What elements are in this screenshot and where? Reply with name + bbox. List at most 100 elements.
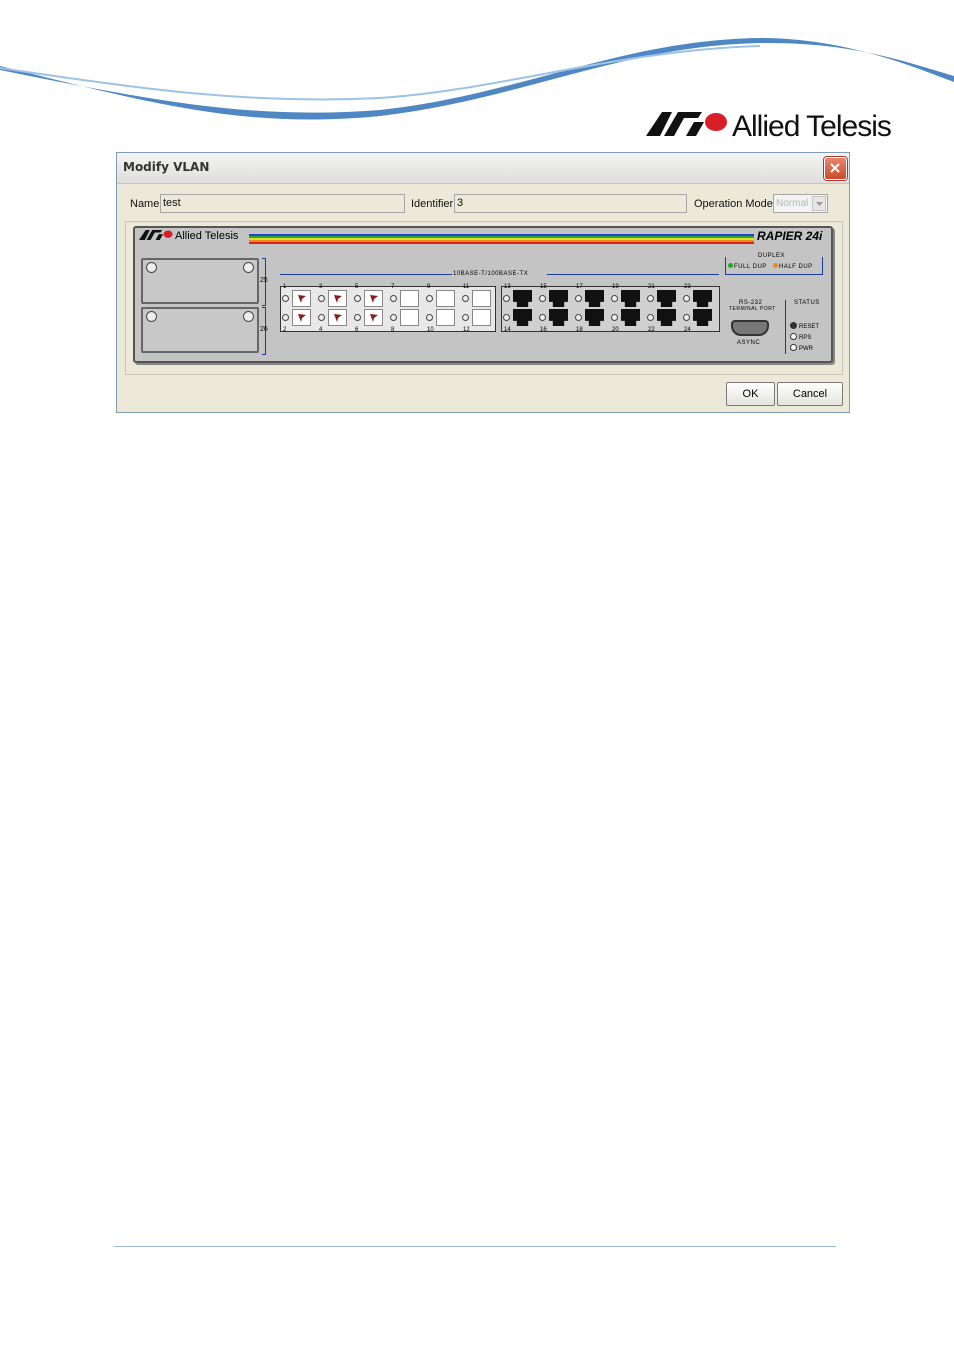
identifier-field[interactable]: 3 (454, 194, 687, 213)
port-number: 24 (684, 327, 691, 333)
section-label: 10BASE-T/100BASE-TX (453, 271, 529, 277)
port-led-icon (683, 314, 690, 321)
port-number: 1 (283, 284, 287, 290)
expansion-slot-26[interactable] (141, 307, 259, 353)
port-led-icon (426, 314, 433, 321)
port-led-icon (462, 295, 469, 302)
port-number: 11 (463, 284, 470, 290)
port-4[interactable] (328, 309, 347, 326)
port-number: 7 (391, 284, 395, 290)
port-3[interactable] (328, 290, 347, 307)
vlan-member-flag-icon (334, 295, 342, 303)
port-2[interactable] (292, 309, 311, 326)
rps-led-icon (790, 333, 797, 340)
name-field[interactable]: test (160, 194, 405, 213)
port-led-icon (426, 295, 433, 302)
section-line (280, 274, 452, 275)
dialog-titlebar[interactable]: Modify VLAN (117, 153, 849, 184)
allied-telesis-logo-icon (139, 230, 173, 240)
device-logo: Allied Telesis (139, 230, 238, 242)
status-pwr: PWR (790, 344, 813, 352)
vlan-member-flag-icon (370, 314, 378, 322)
port-number: 6 (355, 327, 359, 333)
footer-divider (114, 1246, 836, 1247)
port-number: 10 (427, 327, 434, 333)
identifier-label: Identifier (411, 198, 454, 210)
port-number: 18 (576, 327, 583, 333)
screw-icon (243, 262, 254, 273)
modify-vlan-dialog: Modify VLAN Name test Identifier 3 Opera… (116, 152, 850, 413)
vlan-member-flag-icon (298, 295, 306, 303)
ok-button[interactable]: OK (726, 382, 775, 406)
cancel-button[interactable]: Cancel (777, 382, 843, 406)
close-button[interactable] (824, 157, 847, 180)
port-led-icon (354, 314, 361, 321)
port-led-icon (390, 314, 397, 321)
section-line (547, 274, 719, 275)
port-block-1-12 (280, 286, 496, 332)
port-led-icon (575, 314, 582, 321)
status-reset: RESET (790, 322, 819, 330)
dropdown-arrow[interactable] (812, 196, 826, 211)
pwr-led-icon (790, 344, 797, 351)
port-number: 5 (355, 284, 359, 290)
expansion-slot-25[interactable] (141, 258, 259, 304)
port-led-icon (503, 295, 510, 302)
port-9[interactable] (436, 290, 455, 307)
full-duplex-led: FULL DUP (728, 263, 767, 270)
rs232-port[interactable]: RS-232 TERMINAL PORT ASYNC (725, 300, 779, 348)
port-led-icon (354, 295, 361, 302)
operation-mode-select[interactable]: Normal (773, 194, 828, 213)
port-6[interactable] (364, 309, 383, 326)
slot-number: 26 (260, 326, 268, 333)
status-rps: RPS (790, 333, 811, 341)
screw-icon (146, 311, 157, 322)
name-label: Name (130, 198, 160, 210)
port-block-13-24 (501, 286, 720, 332)
port-led-icon (611, 295, 618, 302)
port-number: 4 (319, 327, 323, 333)
vlan-member-flag-icon (370, 295, 378, 303)
duplex-title: DUPLEX (756, 253, 788, 259)
port-12[interactable] (472, 309, 491, 326)
port-number: 16 (540, 327, 547, 333)
port-number: 8 (391, 327, 395, 333)
port-led-icon (683, 295, 690, 302)
port-led-icon (575, 295, 582, 302)
port-11[interactable] (472, 290, 491, 307)
port-5[interactable] (364, 290, 383, 307)
duplex-indicator: DUPLEX FULL DUP HALF DUP (725, 253, 823, 275)
allied-telesis-logo-icon (646, 112, 727, 136)
chevron-down-icon (816, 202, 823, 206)
half-duplex-label: HALF DUP (779, 264, 813, 270)
rs232-subtitle: TERMINAL PORT (729, 306, 776, 312)
port-number: 22 (648, 327, 655, 333)
status-rps-label: RPS (799, 335, 812, 341)
status-reset-label: RESET (799, 324, 820, 330)
port-led-icon (318, 314, 325, 321)
screw-icon (146, 262, 157, 273)
port-number: 23 (684, 284, 691, 290)
port-number: 12 (463, 327, 470, 333)
port-7[interactable] (400, 290, 419, 307)
port-10[interactable] (436, 309, 455, 326)
port-led-icon (282, 314, 289, 321)
close-icon (830, 163, 840, 173)
port-1[interactable] (292, 290, 311, 307)
port-number: 19 (612, 284, 619, 290)
port-led-icon (390, 295, 397, 302)
slot-number: 25 (260, 277, 268, 284)
vlan-member-flag-icon (298, 314, 306, 322)
device-logo-text: Allied Telesis (175, 230, 239, 242)
rainbow-stripes (249, 234, 754, 244)
half-duplex-led: HALF DUP (773, 263, 813, 270)
port-number: 20 (612, 327, 619, 333)
port-led-icon (647, 314, 654, 321)
port-8[interactable] (400, 309, 419, 326)
operation-mode-value: Normal (776, 198, 809, 209)
half-duplex-dot (773, 263, 778, 268)
port-led-icon (539, 314, 546, 321)
rs232-label: ASYNC (737, 340, 761, 346)
port-number: 2 (283, 327, 287, 333)
port-number: 15 (540, 284, 547, 290)
